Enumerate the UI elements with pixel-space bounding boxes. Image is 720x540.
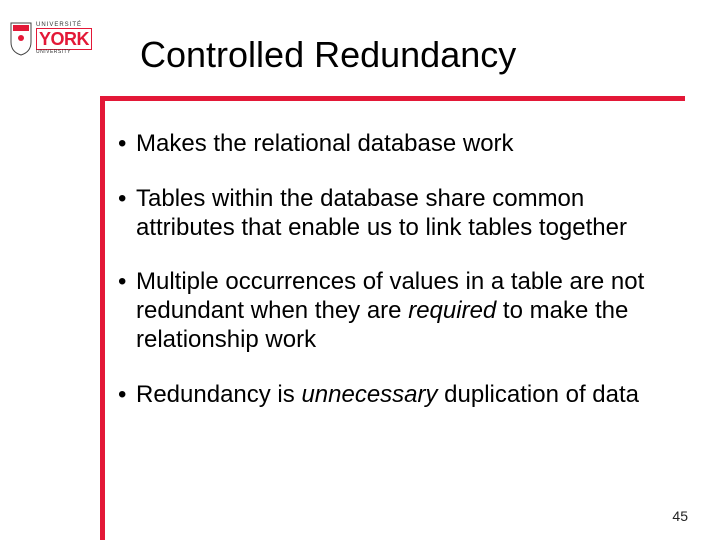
bullet-text: Tables within the database share common … (136, 185, 673, 243)
page-number: 45 (672, 508, 688, 524)
bullet-dot-icon: • (118, 268, 136, 297)
bullet-dot-icon: • (118, 381, 136, 410)
bullet-text: Multiple occurrences of values in a tabl… (136, 268, 673, 354)
crest-icon (10, 22, 32, 56)
bullet-dot-icon: • (118, 185, 136, 214)
bullet-item: • Redundancy is unnecessary duplication … (118, 381, 673, 410)
york-logo: UNIVERSITÉ YORK UNIVERSITY (10, 22, 100, 80)
logo-main-text: YORK (36, 28, 92, 50)
bullet-text: Redundancy is unnecessary duplication of… (136, 381, 673, 410)
slide-title: Controlled Redundancy (140, 34, 516, 76)
vertical-divider (100, 96, 105, 540)
logo-bottom-text: UNIVERSITY (36, 50, 92, 55)
bullet-item: • Multiple occurrences of values in a ta… (118, 268, 673, 354)
bullet-text: Makes the relational database work (136, 130, 673, 159)
bullet-item: • Tables within the database share commo… (118, 185, 673, 243)
horizontal-divider (100, 96, 685, 101)
bullet-list: • Makes the relational database work • T… (118, 130, 673, 436)
bullet-dot-icon: • (118, 130, 136, 159)
logo-text: UNIVERSITÉ YORK UNIVERSITY (36, 22, 92, 55)
bullet-item: • Makes the relational database work (118, 130, 673, 159)
